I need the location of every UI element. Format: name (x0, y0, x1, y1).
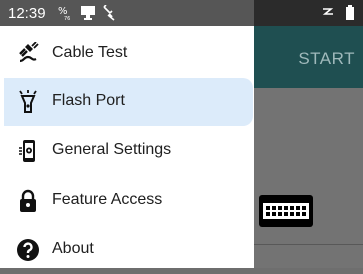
lock-icon (20, 189, 36, 212)
menu-item-cable-test[interactable]: Cable Test (4, 30, 253, 78)
menu-item-label: About (52, 240, 94, 257)
app-content (254, 88, 363, 268)
menu-item-label: Feature Access (52, 191, 163, 208)
signal-icon (322, 8, 334, 15)
plugin-icon (103, 5, 115, 21)
data-usage-icon: % 76 (58, 6, 70, 21)
port-connector-icon (259, 195, 313, 227)
menu-item-label: General Settings (52, 141, 172, 158)
svg-text:76: 76 (64, 16, 70, 21)
menu-item-general-settings[interactable]: General Settings (4, 127, 253, 175)
app-divider (254, 244, 363, 245)
cast-icon (81, 6, 95, 20)
navigation-drawer: Cable Test Flash Port General Settings F… (0, 26, 254, 268)
menu-item-label: Cable Test (52, 44, 128, 61)
menu-item-label: Flash Port (52, 92, 125, 109)
start-button[interactable]: START (298, 49, 355, 69)
help-icon (17, 239, 39, 261)
cable-icon (19, 42, 39, 63)
status-time: 12:39 (8, 5, 46, 22)
phone-settings-icon (19, 140, 35, 162)
status-bar: 12:39 % 76 (0, 0, 363, 26)
menu-item-flash-port[interactable]: Flash Port (4, 78, 253, 126)
flashlight-icon (19, 90, 37, 113)
battery-icon (346, 5, 354, 20)
menu-item-about[interactable]: About (4, 226, 253, 274)
menu-item-feature-access[interactable]: Feature Access (4, 177, 253, 225)
